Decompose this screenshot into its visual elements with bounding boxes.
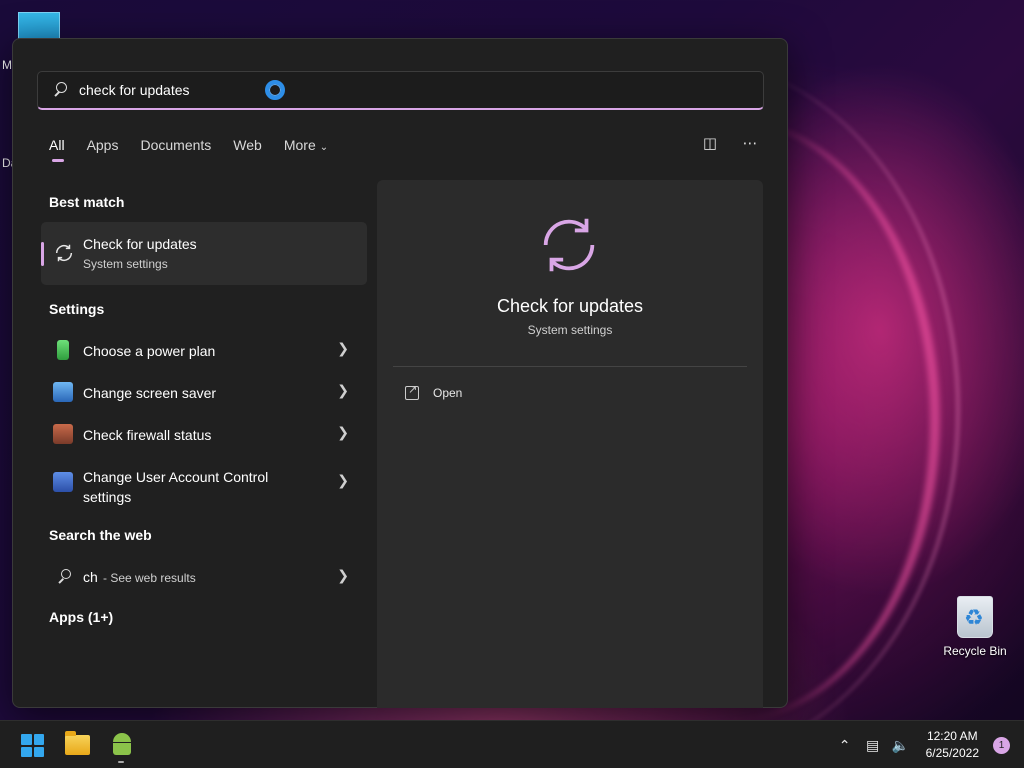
- open-external-icon: [405, 383, 419, 400]
- recycle-bin-shortcut[interactable]: Recycle Bin: [940, 596, 1010, 658]
- chevron-down-icon: ⌄: [319, 142, 329, 153]
- sync-icon: [543, 218, 595, 272]
- settings-item-label: Check firewall status: [83, 427, 212, 443]
- screensaver-icon: [53, 382, 73, 402]
- notification-badge[interactable]: 1: [993, 736, 1010, 754]
- apps-heading[interactable]: Apps (1+): [49, 609, 113, 625]
- uac-flag-icon: [53, 472, 73, 492]
- chevron-right-icon: ❯: [337, 472, 349, 488]
- firewall-icon: [53, 424, 73, 444]
- settings-item-screen-saver[interactable]: Change screen saver ❯: [41, 372, 367, 412]
- panel-actions: ◫ ⋯: [701, 135, 759, 153]
- settings-item-label: Choose a power plan: [83, 343, 216, 359]
- android-app-icon[interactable]: [111, 733, 133, 755]
- settings-heading: Settings: [49, 301, 105, 317]
- tab-apps[interactable]: Apps: [87, 137, 119, 153]
- running-indicator: [118, 761, 124, 763]
- settings-item-power-plan[interactable]: Choose a power plan ❯: [41, 330, 367, 370]
- selection-indicator: [41, 242, 44, 266]
- search-web-heading: Search the web: [49, 527, 152, 543]
- tab-all[interactable]: All: [49, 137, 65, 162]
- battery-icon: [57, 340, 69, 360]
- preview-title: Check for updates: [496, 296, 644, 316]
- result-preview: Check for updates System settings Open: [377, 180, 763, 708]
- tab-documents[interactable]: Documents: [140, 137, 211, 153]
- best-match-subtitle: System settings: [83, 257, 168, 271]
- search-box[interactable]: [37, 71, 764, 110]
- open-button[interactable]: Open: [405, 383, 463, 400]
- chevron-up-icon[interactable]: ⌃: [836, 737, 854, 754]
- web-search-item[interactable]: ch - See web results ❯: [41, 561, 367, 591]
- chevron-right-icon: ❯: [337, 567, 349, 583]
- start-button[interactable]: [21, 734, 44, 757]
- search-icon: [57, 569, 73, 585]
- network-icon[interactable]: ▤: [864, 737, 882, 754]
- recycle-bin-icon: [957, 596, 993, 638]
- open-label: Open: [433, 386, 463, 400]
- tab-web[interactable]: Web: [233, 137, 262, 153]
- desktop-icon-label: M: [2, 58, 12, 72]
- chevron-right-icon: ❯: [337, 340, 349, 356]
- preview-subtitle: System settings: [527, 323, 613, 337]
- system-tray: ⌃ ▤ 🔈 12:20 AM 6/25/2022 1: [836, 721, 1024, 768]
- volume-icon[interactable]: 🔈: [892, 737, 910, 754]
- search-panel: All Apps Documents Web More⌄ ◫ ⋯ Best ma…: [12, 38, 788, 708]
- chevron-right-icon: ❯: [337, 382, 349, 398]
- tab-more-label: More: [283, 137, 316, 153]
- search-input[interactable]: [79, 82, 249, 98]
- taskbar: ⌃ ▤ 🔈 12:20 AM 6/25/2022 1: [0, 720, 1024, 768]
- clock-date: 6/25/2022: [925, 746, 979, 760]
- settings-item-label: Change screen saver: [83, 385, 217, 401]
- settings-item-uac[interactable]: Change User Account Control settings ❯: [41, 456, 367, 508]
- best-match-title: Check for updates: [83, 236, 197, 252]
- clock-time: 12:20 AM: [926, 729, 978, 743]
- search-icon: [52, 81, 70, 99]
- divider: [393, 366, 747, 367]
- settings-item-label: Change User Account Control settings: [83, 469, 269, 505]
- account-switch-icon[interactable]: ◫: [701, 135, 719, 153]
- web-query: ch: [83, 569, 98, 585]
- best-match-heading: Best match: [49, 194, 125, 210]
- file-explorer-icon[interactable]: [65, 731, 90, 755]
- settings-item-firewall[interactable]: Check firewall status ❯: [41, 414, 367, 454]
- tab-more[interactable]: More ⌄: [284, 137, 328, 153]
- clock[interactable]: 12:20 AM 6/25/2022: [926, 728, 979, 762]
- more-options-icon[interactable]: ⋯: [741, 135, 759, 153]
- recycle-bin-label: Recycle Bin: [943, 644, 1007, 658]
- chevron-right-icon: ❯: [337, 424, 349, 440]
- cortana-icon[interactable]: [265, 80, 285, 100]
- sync-icon: [55, 244, 73, 262]
- search-tabs: All Apps Documents Web More ⌄: [49, 137, 350, 162]
- web-hint: - See web results: [103, 571, 196, 585]
- best-match-item[interactable]: Check for updates System settings: [41, 222, 367, 285]
